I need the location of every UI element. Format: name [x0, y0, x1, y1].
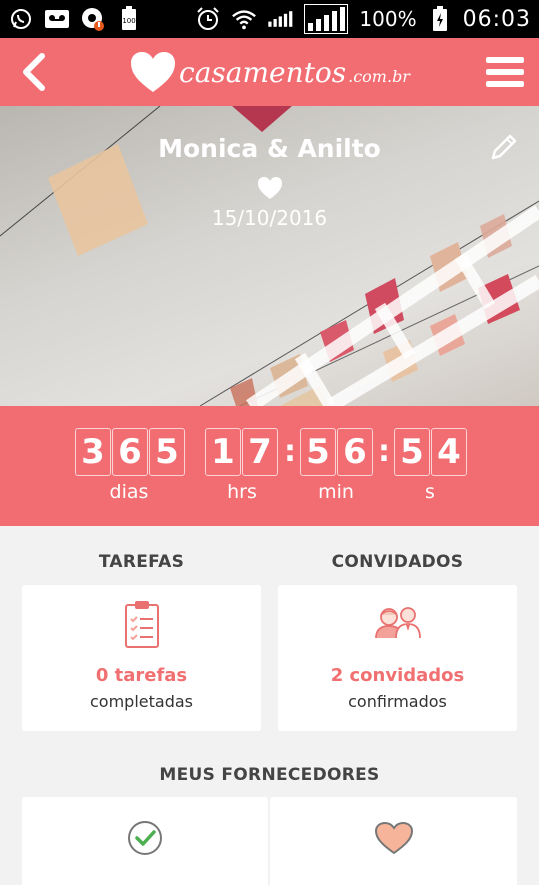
vendors-hired-card[interactable] — [22, 797, 268, 885]
clock: 06:03 — [462, 6, 531, 32]
alarm-icon — [195, 6, 221, 32]
logo-wordmark: casamentos — [179, 55, 347, 89]
guests-card[interactable]: 2 convidados confirmados — [278, 585, 517, 731]
tasks-card[interactable]: 0 tarefas completadas — [22, 585, 261, 731]
battery-charging-icon — [427, 6, 453, 32]
svg-text:100: 100 — [122, 17, 135, 25]
hamburger-menu-icon — [486, 57, 524, 87]
countdown-minutes: 5 6 — [300, 428, 374, 476]
countdown-separator: : — [284, 434, 296, 469]
voicemail-icon — [44, 6, 70, 32]
countdown-digit: 5 — [300, 428, 336, 476]
countdown-digit: 3 — [75, 428, 111, 476]
tasks-title: TAREFAS — [98, 552, 185, 572]
guests-count: 2 convidados — [330, 665, 465, 686]
app-bar: casamentos .com.br — [0, 38, 539, 106]
whatsapp-icon — [8, 6, 34, 32]
countdown-days: 3 6 5 — [75, 428, 186, 476]
countdown-digit: 6 — [112, 428, 148, 476]
countdown-digit: 5 — [149, 428, 185, 476]
countdown-days-label: dias — [109, 481, 149, 503]
check-circle-icon — [128, 821, 162, 855]
countdown-seconds: 5 4 — [394, 428, 468, 476]
heart-icon — [258, 177, 282, 199]
brand-logo[interactable]: casamentos .com.br — [129, 50, 410, 94]
countdown-hours-label: hrs — [227, 481, 257, 503]
tasks-subtitle: completadas — [90, 692, 193, 711]
guests-title: CONVIDADOS — [331, 552, 464, 572]
tasks-count: 0 tarefas — [95, 665, 188, 686]
back-button[interactable] — [14, 50, 54, 94]
menu-button[interactable] — [483, 52, 527, 92]
signal-icon — [303, 4, 349, 34]
wifi-icon — [231, 6, 257, 32]
guests-couple-icon — [374, 607, 421, 639]
countdown-minutes-label: min — [318, 481, 354, 503]
edit-button[interactable] — [489, 132, 519, 162]
logo-domain: .com.br — [348, 66, 410, 86]
countdown-digit: 7 — [242, 428, 278, 476]
battery-saver-icon: 100 — [116, 6, 142, 32]
signal-icon — [267, 6, 293, 32]
wedding-date: 15/10/2016 — [211, 206, 328, 230]
vendors-title: MEUS FORNECEDORES — [159, 765, 380, 785]
couple-names: Monica & Anilto — [158, 134, 381, 163]
status-bar: 100 100% 06:03 — [0, 0, 539, 38]
back-arrow-icon — [23, 53, 45, 91]
heart-outline-icon — [374, 821, 413, 855]
notification-alert-icon — [80, 6, 106, 32]
countdown-separator: : — [378, 434, 390, 469]
vendors-favorites-card[interactable] — [270, 797, 517, 885]
countdown-panel: 3 6 5 dias 1 7 hrs : 5 6 min : 5 4 s — [0, 406, 539, 526]
pencil-icon — [491, 134, 517, 160]
countdown-hours: 1 7 — [205, 428, 279, 476]
heart-logo-icon — [131, 52, 176, 92]
countdown-digit: 5 — [394, 428, 430, 476]
countdown-digit: 1 — [205, 428, 241, 476]
guests-subtitle: confirmados — [348, 692, 447, 711]
clipboard-checklist-icon — [124, 601, 159, 648]
battery-percent: 100% — [359, 7, 417, 31]
countdown-digit: 6 — [337, 428, 373, 476]
hero-cover: Monica & Anilto 15/10/2016 — [0, 106, 539, 406]
countdown-seconds-label: s — [425, 481, 435, 503]
countdown-digit: 4 — [431, 428, 467, 476]
